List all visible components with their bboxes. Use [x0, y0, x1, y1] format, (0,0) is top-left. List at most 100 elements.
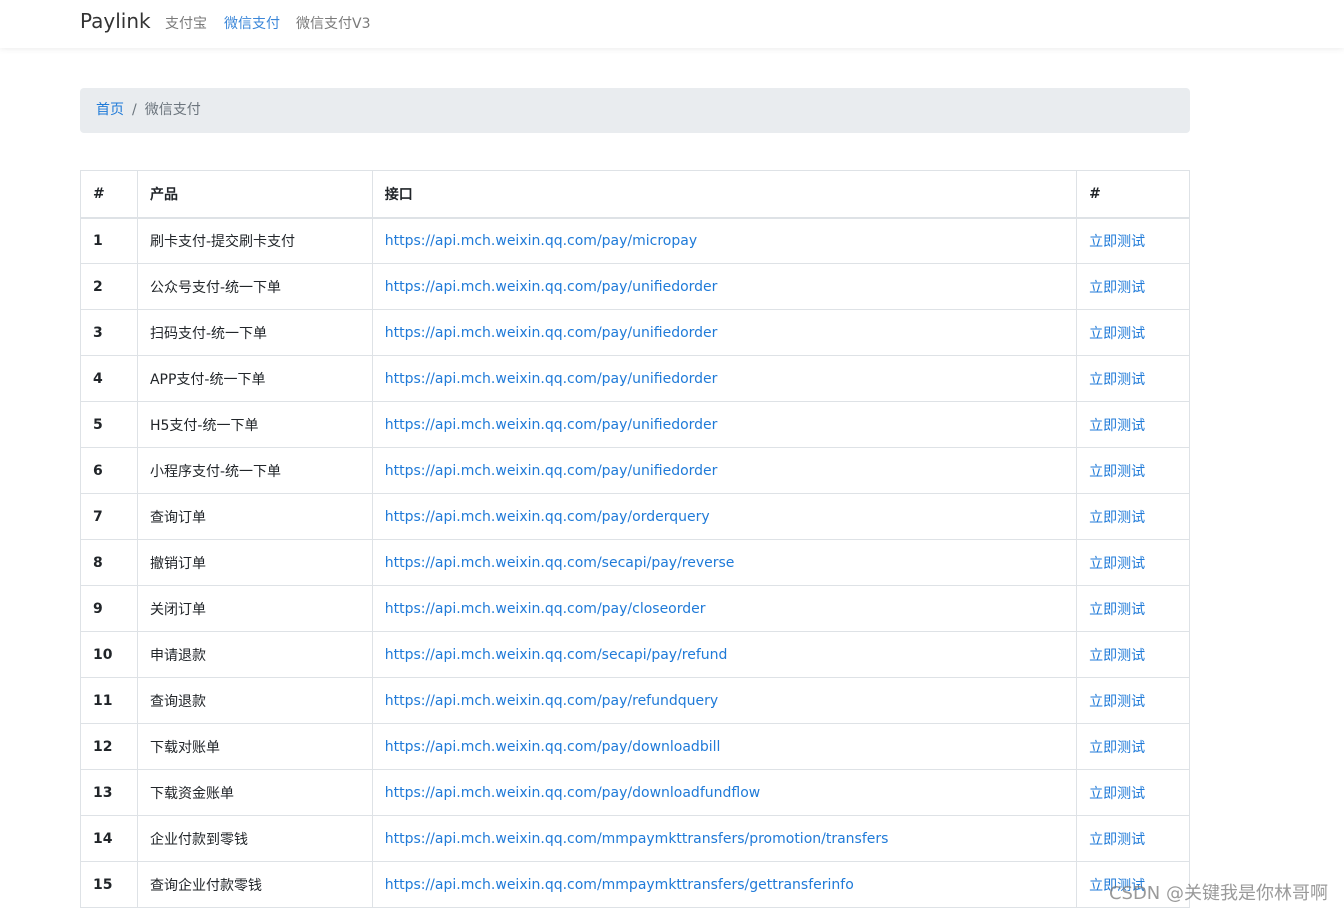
- row-api-link[interactable]: https://api.mch.weixin.qq.com/secapi/pay…: [385, 647, 728, 663]
- row-product: APP支付-统一下单: [136, 355, 373, 402]
- row-product: H5支付-统一下单: [136, 401, 373, 448]
- row-action-cell: 立即测试: [1076, 631, 1190, 678]
- row-api-link[interactable]: https://api.mch.weixin.qq.com/pay/unifie…: [385, 371, 718, 387]
- row-api-link[interactable]: https://api.mch.weixin.qq.com/pay/orderq…: [385, 509, 710, 525]
- row-api-link[interactable]: https://api.mch.weixin.qq.com/pay/downlo…: [385, 739, 721, 755]
- breadcrumb-current: 微信支付: [144, 102, 201, 118]
- row-api-link[interactable]: https://api.mch.weixin.qq.com/mmpaymkttr…: [385, 877, 854, 893]
- row-api-link[interactable]: https://api.mch.weixin.qq.com/pay/microp…: [385, 233, 697, 249]
- row-api-link[interactable]: https://api.mch.weixin.qq.com/secapi/pay…: [385, 555, 735, 571]
- row-api-cell: https://api.mch.weixin.qq.com/pay/unifie…: [371, 309, 1078, 356]
- test-now-link[interactable]: 立即测试: [1089, 280, 1145, 296]
- row-product: 申请退款: [136, 631, 373, 678]
- nav-link-wechat-pay[interactable]: 微信支付: [224, 13, 280, 33]
- row-product: 扫码支付-统一下单: [136, 309, 373, 356]
- row-api-link[interactable]: https://api.mch.weixin.qq.com/pay/closeo…: [385, 601, 706, 617]
- table-row: 11 查询退款 https://api.mch.weixin.qq.com/pay/…: [80, 677, 1190, 724]
- table-row: 15 查询企业付款零钱 https://api.mch.weixin.qq.com/…: [80, 861, 1190, 908]
- row-number: 14: [80, 815, 138, 862]
- table-row: 6 小程序支付-统一下单 https://api.mch.weixin.qq.com…: [80, 447, 1190, 494]
- csdn-watermark: CSDN @关键我是你林哥啊: [1108, 883, 1328, 904]
- row-api-link[interactable]: https://api.mch.weixin.qq.com/pay/unifie…: [385, 463, 718, 479]
- row-api-cell: https://api.mch.weixin.qq.com/pay/unifie…: [371, 263, 1078, 310]
- row-action-cell: 立即测试: [1076, 723, 1190, 770]
- table-row: 12 下载对账单 https://api.mch.weixin.qq.com/pay…: [80, 723, 1190, 770]
- table-row: 10 申请退款 https://api.mch.weixin.qq.com/seca…: [80, 631, 1190, 678]
- row-action-cell: 立即测试: [1076, 217, 1190, 264]
- row-product: 公众号支付-统一下单: [136, 263, 373, 310]
- row-api-cell: https://api.mch.weixin.qq.com/pay/downlo…: [371, 769, 1078, 816]
- row-product: 查询退款: [136, 677, 373, 724]
- row-number: 13: [80, 769, 138, 816]
- header-action: #: [1076, 170, 1190, 219]
- breadcrumb: 首页 / 微信支付: [80, 88, 1190, 133]
- row-api-link[interactable]: https://api.mch.weixin.qq.com/mmpaymkttr…: [385, 831, 889, 847]
- test-now-link[interactable]: 立即测试: [1089, 602, 1145, 618]
- test-now-link[interactable]: 立即测试: [1089, 234, 1145, 250]
- row-api-link[interactable]: https://api.mch.weixin.qq.com/pay/downlo…: [385, 785, 761, 801]
- table-header-row: # 产品 接口 #: [80, 170, 1190, 219]
- test-now-link[interactable]: 立即测试: [1089, 832, 1145, 848]
- table-row: 1 刷卡支付-提交刷卡支付 https://api.mch.weixin.qq.co…: [80, 217, 1190, 264]
- brand-logo[interactable]: Paylink: [80, 9, 151, 33]
- row-api-cell: https://api.mch.weixin.qq.com/pay/unifie…: [371, 401, 1078, 448]
- row-action-cell: 立即测试: [1076, 493, 1190, 540]
- test-now-link[interactable]: 立即测试: [1089, 464, 1145, 480]
- row-api-link[interactable]: https://api.mch.weixin.qq.com/pay/unifie…: [385, 417, 718, 433]
- row-api-cell: https://api.mch.weixin.qq.com/secapi/pay…: [371, 539, 1078, 586]
- breadcrumb-home-link[interactable]: 首页: [96, 102, 124, 118]
- row-product: 刷卡支付-提交刷卡支付: [136, 217, 373, 264]
- nav-link-alipay[interactable]: 支付宝: [165, 13, 207, 33]
- row-action-cell: 立即测试: [1076, 355, 1190, 402]
- row-number: 8: [80, 539, 138, 586]
- test-now-link[interactable]: 立即测试: [1089, 372, 1145, 388]
- row-product: 查询订单: [136, 493, 373, 540]
- row-number: 1: [80, 217, 138, 264]
- row-api-cell: https://api.mch.weixin.qq.com/secapi/pay…: [371, 631, 1078, 678]
- test-now-link[interactable]: 立即测试: [1089, 418, 1145, 434]
- test-now-link[interactable]: 立即测试: [1089, 648, 1145, 664]
- row-number: 2: [80, 263, 138, 310]
- row-action-cell: 立即测试: [1076, 447, 1190, 494]
- test-now-link[interactable]: 立即测试: [1089, 694, 1145, 710]
- row-product: 下载资金账单: [136, 769, 373, 816]
- row-number: 15: [80, 861, 138, 908]
- row-number: 11: [80, 677, 138, 724]
- row-api-link[interactable]: https://api.mch.weixin.qq.com/pay/unifie…: [385, 279, 718, 295]
- table-row: 7 查询订单 https://api.mch.weixin.qq.com/pay/o…: [80, 493, 1190, 540]
- table-row: 14 企业付款到零钱 https://api.mch.weixin.qq.com/m…: [80, 815, 1190, 862]
- row-api-cell: https://api.mch.weixin.qq.com/pay/microp…: [371, 217, 1078, 264]
- test-now-link[interactable]: 立即测试: [1089, 326, 1145, 342]
- header-index: #: [80, 170, 138, 219]
- test-now-link[interactable]: 立即测试: [1089, 556, 1145, 572]
- row-number: 9: [80, 585, 138, 632]
- row-number: 12: [80, 723, 138, 770]
- row-number: 7: [80, 493, 138, 540]
- test-now-link[interactable]: 立即测试: [1089, 740, 1145, 756]
- row-api-cell: https://api.mch.weixin.qq.com/pay/unifie…: [371, 447, 1078, 494]
- row-number: 10: [80, 631, 138, 678]
- row-api-cell: https://api.mch.weixin.qq.com/pay/downlo…: [371, 723, 1078, 770]
- test-now-link[interactable]: 立即测试: [1089, 786, 1145, 802]
- row-action-cell: 立即测试: [1076, 585, 1190, 632]
- table-row: 13 下载资金账单 https://api.mch.weixin.qq.com/pa…: [80, 769, 1190, 816]
- test-now-link[interactable]: 立即测试: [1089, 510, 1145, 526]
- breadcrumb-separator: /: [132, 102, 137, 118]
- row-api-link[interactable]: https://api.mch.weixin.qq.com/pay/refund…: [385, 693, 718, 709]
- table-row: 9 关闭订单 https://api.mch.weixin.qq.com/pay/c…: [80, 585, 1190, 632]
- table-body: 1 刷卡支付-提交刷卡支付 https://api.mch.weixin.qq.co…: [80, 217, 1190, 908]
- table-row: 5 H5支付-统一下单 https://api.mch.weixin.qq.com/…: [80, 401, 1190, 448]
- row-number: 6: [80, 447, 138, 494]
- row-action-cell: 立即测试: [1076, 401, 1190, 448]
- row-api-cell: https://api.mch.weixin.qq.com/pay/unifie…: [371, 355, 1078, 402]
- row-api-cell: https://api.mch.weixin.qq.com/pay/orderq…: [371, 493, 1078, 540]
- table-row: 3 扫码支付-统一下单 https://api.mch.weixin.qq.com/…: [80, 309, 1190, 356]
- row-product: 关闭订单: [136, 585, 373, 632]
- row-product: 企业付款到零钱: [136, 815, 373, 862]
- row-action-cell: 立即测试: [1076, 263, 1190, 310]
- row-product: 小程序支付-统一下单: [136, 447, 373, 494]
- table-row: 2 公众号支付-统一下单 https://api.mch.weixin.qq.com…: [80, 263, 1190, 310]
- nav-link-wechat-pay-v3[interactable]: 微信支付V3: [296, 13, 370, 33]
- row-action-cell: 立即测试: [1076, 769, 1190, 816]
- row-api-link[interactable]: https://api.mch.weixin.qq.com/pay/unifie…: [385, 325, 718, 341]
